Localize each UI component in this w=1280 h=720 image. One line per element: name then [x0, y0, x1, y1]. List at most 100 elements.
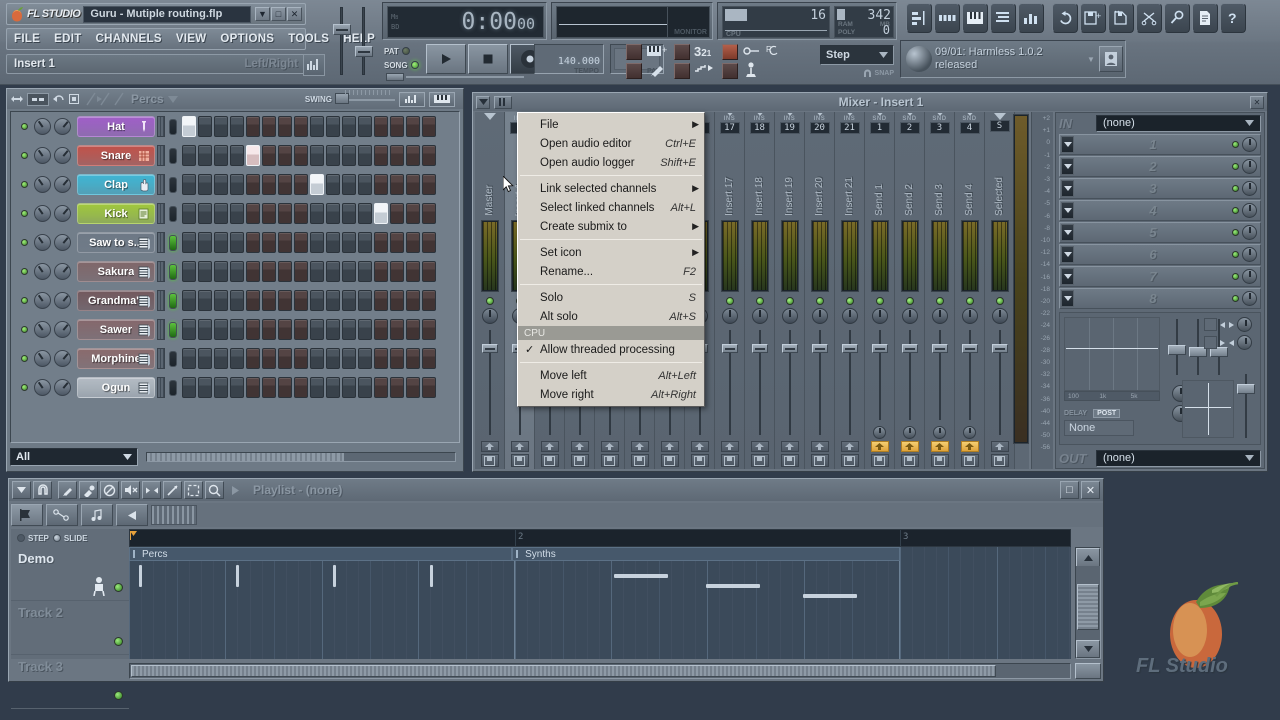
- channel-pan-knob[interactable]: [34, 147, 51, 164]
- strip-pan-knob[interactable]: [901, 308, 918, 324]
- post-tag[interactable]: POST: [1093, 409, 1121, 418]
- channel-pan-knob[interactable]: [34, 205, 51, 222]
- effect-slot[interactable]: 7: [1059, 266, 1261, 287]
- playlist-track-header[interactable]: Track 2: [11, 601, 129, 655]
- mixer-strip[interactable]: INS 18 Insert 18: [745, 112, 775, 469]
- mixer-grip[interactable]: [494, 95, 512, 109]
- vscroll-up-button[interactable]: [1076, 548, 1100, 566]
- slot-menu-icon[interactable]: [1061, 246, 1074, 263]
- strip-pan-knob[interactable]: [721, 308, 738, 324]
- strip-send-button[interactable]: [660, 441, 679, 452]
- step-button[interactable]: [198, 174, 212, 195]
- undo-icon[interactable]: [1052, 3, 1078, 33]
- loop-record-toggle[interactable]: [674, 63, 690, 79]
- strip-enable-led[interactable]: [845, 297, 854, 305]
- step-button[interactable]: [214, 116, 228, 137]
- mixer-menu-button[interactable]: [476, 95, 490, 109]
- step-button[interactable]: [278, 174, 292, 195]
- playlist-clip[interactable]: Synths: [512, 547, 901, 561]
- channel-led[interactable]: [21, 297, 28, 304]
- slot-mix-knob[interactable]: [1242, 203, 1257, 218]
- step-button[interactable]: [198, 377, 212, 398]
- playlist-maximize-button[interactable]: □: [1060, 481, 1079, 499]
- output-fader[interactable]: [1237, 374, 1255, 438]
- menu-item-move-left[interactable]: Move left Alt+Left: [518, 366, 704, 385]
- slot-led[interactable]: [1232, 273, 1239, 280]
- step-button[interactable]: [342, 319, 356, 340]
- close-button[interactable]: ✕: [287, 7, 302, 21]
- strip-record-button[interactable]: [870, 454, 889, 467]
- slot-menu-icon[interactable]: [1061, 180, 1074, 197]
- step-button[interactable]: [310, 145, 324, 166]
- step-button[interactable]: [358, 116, 372, 137]
- step-button[interactable]: [246, 348, 260, 369]
- channel-name-button[interactable]: Sakura: [77, 261, 155, 282]
- step-button[interactable]: [422, 232, 436, 253]
- multilink-toggle[interactable]: [722, 63, 738, 79]
- step-button[interactable]: [310, 348, 324, 369]
- step-button[interactable]: [214, 203, 228, 224]
- strip-volume-fader[interactable]: [805, 330, 834, 441]
- playlist-vscrollbar[interactable]: [1075, 547, 1101, 659]
- strip-enable-led[interactable]: [815, 297, 824, 305]
- slot-mix-knob[interactable]: [1242, 247, 1257, 262]
- menu-item-select-linked-channels[interactable]: Select linked channels Alt+L: [518, 198, 704, 217]
- step-button[interactable]: [198, 116, 212, 137]
- step-button[interactable]: [246, 116, 260, 137]
- channel-pan-knob[interactable]: [34, 263, 51, 280]
- channel-filter-select[interactable]: All: [10, 448, 138, 466]
- help-icon[interactable]: ?: [1220, 3, 1246, 33]
- step-button[interactable]: [374, 145, 388, 166]
- step-button[interactable]: [326, 145, 340, 166]
- eq-gain-slider-2[interactable]: [1189, 319, 1207, 375]
- strip-record-button[interactable]: [600, 454, 619, 467]
- strip-send-button[interactable]: [810, 441, 829, 452]
- strip-send-button[interactable]: [750, 441, 769, 452]
- step-sequencer-icon[interactable]: [934, 3, 960, 33]
- strip-enable-led[interactable]: [935, 297, 944, 305]
- slot-led[interactable]: [1232, 163, 1239, 170]
- step-button[interactable]: [342, 203, 356, 224]
- step-button[interactable]: [230, 319, 244, 340]
- step-button[interactable]: [422, 290, 436, 311]
- mixer-context-menu[interactable]: File ▶ Open audio editor Ctrl+E Open audio l…: [517, 112, 705, 407]
- step-button[interactable]: [278, 203, 292, 224]
- pattern-name[interactable]: Percs: [131, 92, 164, 106]
- step-button[interactable]: [310, 261, 324, 282]
- step-button[interactable]: [326, 116, 340, 137]
- snap-magnet-icon[interactable]: [33, 481, 52, 499]
- vscroll-thumb[interactable]: [1077, 584, 1099, 630]
- step-button[interactable]: [358, 348, 372, 369]
- effect-slot[interactable]: 3: [1059, 178, 1261, 199]
- menu-item-open-audio-editor[interactable]: Open audio editor Ctrl+E: [518, 134, 704, 153]
- step-button[interactable]: [246, 203, 260, 224]
- strip-pan-knob[interactable]: [871, 308, 888, 324]
- pan-graph[interactable]: [1182, 380, 1234, 438]
- step-toggle[interactable]: STEP: [17, 534, 49, 543]
- strip-record-button[interactable]: [540, 454, 559, 467]
- step-button[interactable]: [182, 261, 196, 282]
- stereo-separation-icon[interactable]: [1220, 320, 1234, 330]
- step-button[interactable]: [198, 145, 212, 166]
- effect-slot[interactable]: 5: [1059, 222, 1261, 243]
- metronome-wait-icon[interactable]: R: [766, 44, 788, 63]
- pattern-nav-icon[interactable]: [83, 91, 127, 107]
- slot-mix-knob[interactable]: [1242, 291, 1257, 306]
- strip-record-button[interactable]: [480, 454, 499, 467]
- input-select[interactable]: (none): [1096, 114, 1261, 132]
- channel-row[interactable]: Sawer: [11, 315, 459, 344]
- channel-volume-knob[interactable]: [54, 176, 71, 193]
- step-button[interactable]: [230, 348, 244, 369]
- strip-send-button[interactable]: [630, 441, 649, 452]
- strip-send-knob[interactable]: [963, 426, 976, 439]
- step-button[interactable]: [246, 377, 260, 398]
- step-button[interactable]: [294, 145, 308, 166]
- step-button[interactable]: [246, 232, 260, 253]
- menu-item-solo[interactable]: Solo S: [518, 288, 704, 307]
- step-button[interactable]: [342, 290, 356, 311]
- delete-tool-icon[interactable]: [100, 481, 119, 499]
- graph-editor-button[interactable]: [399, 91, 425, 107]
- menu-item-allow-threaded-processing[interactable]: ✓ Allow threaded processing: [518, 340, 704, 359]
- step-button[interactable]: [374, 174, 388, 195]
- step-button[interactable]: [294, 290, 308, 311]
